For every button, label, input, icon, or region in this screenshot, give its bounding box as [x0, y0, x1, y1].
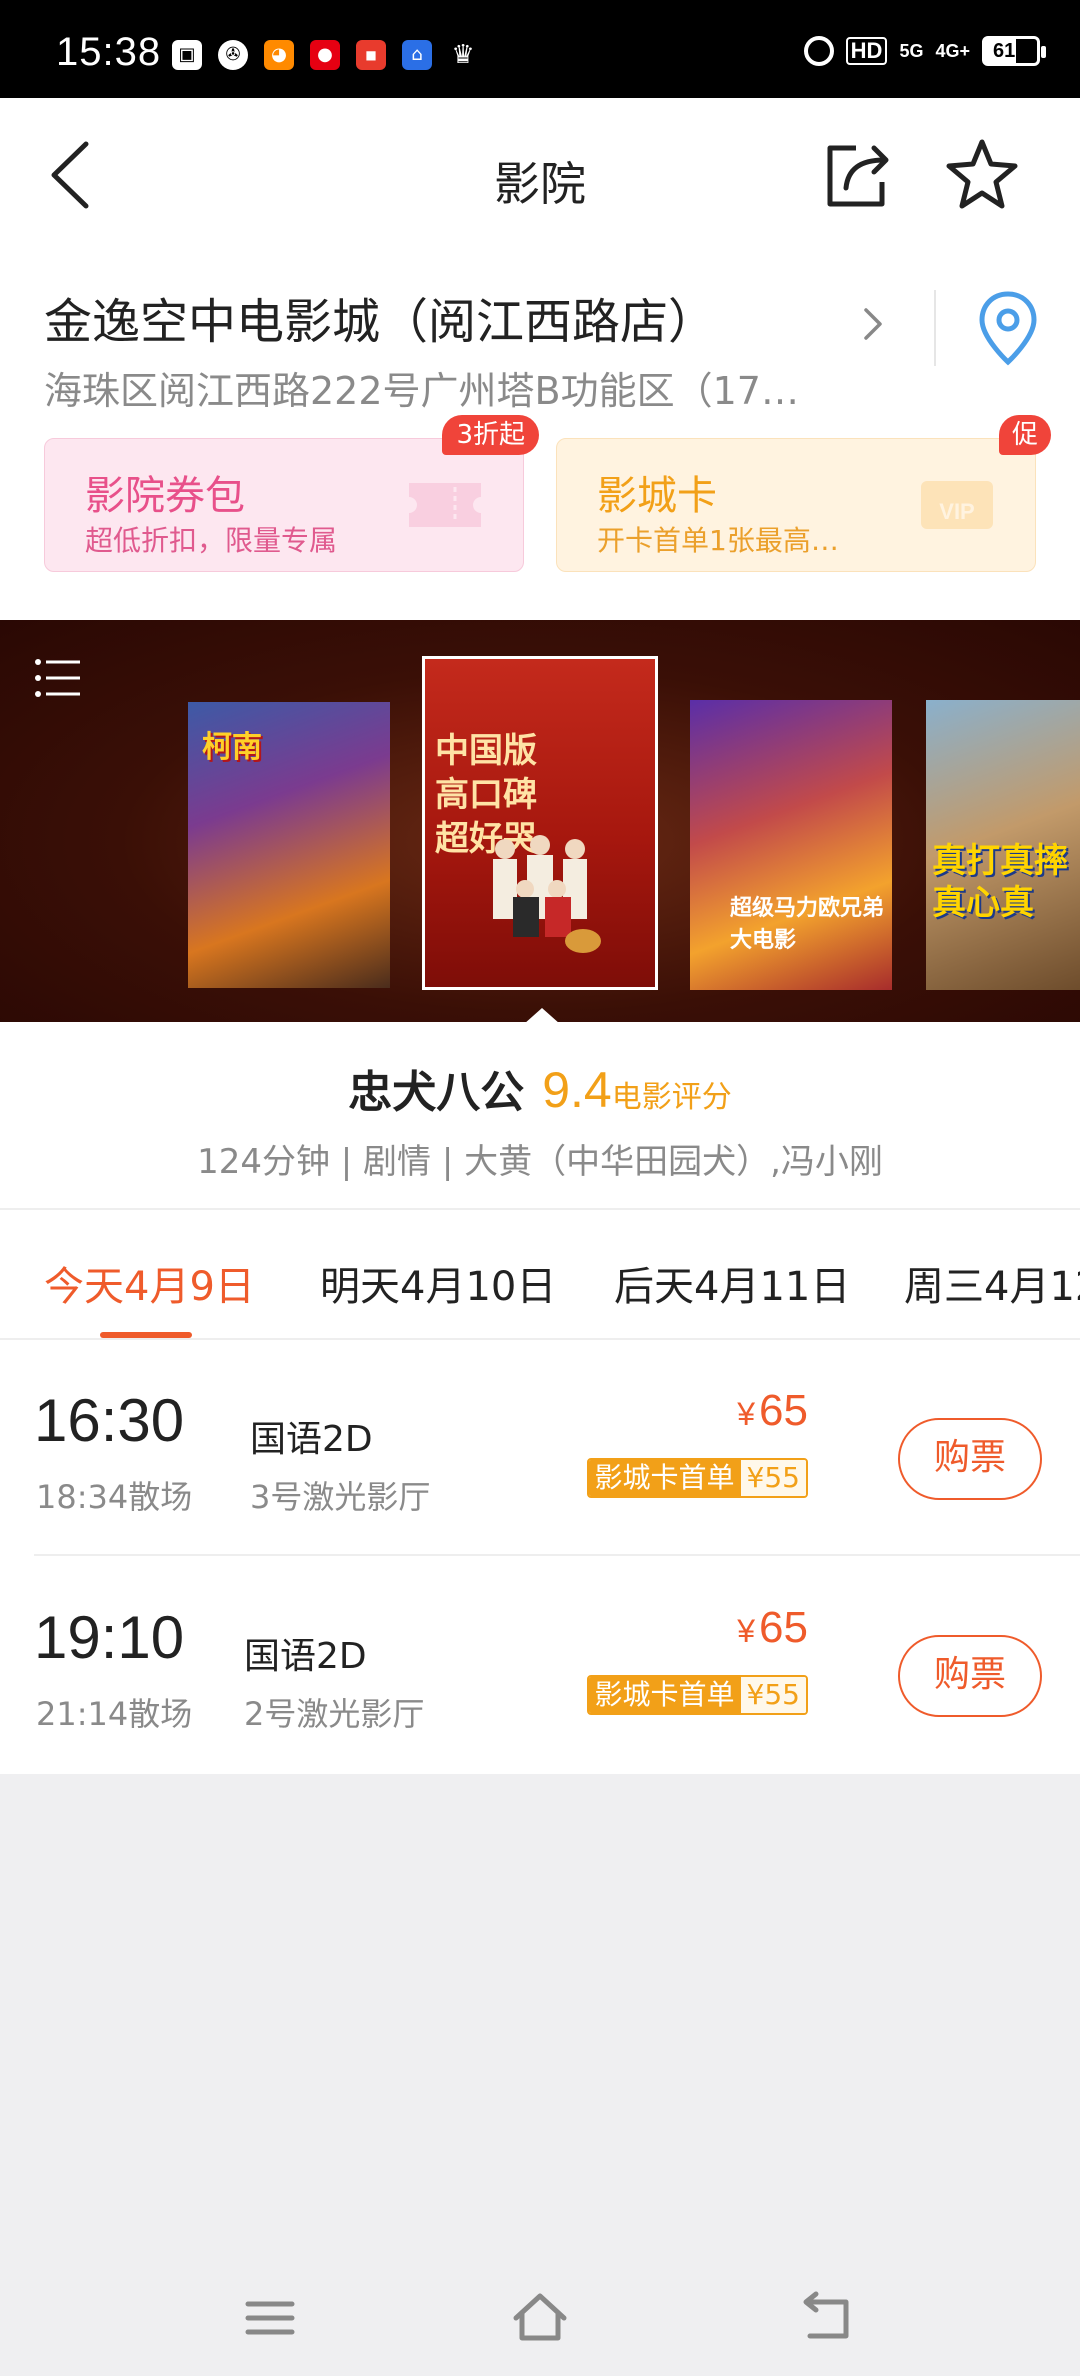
price-value: 65 — [759, 1603, 808, 1652]
tab-tomorrow[interactable]: 明天4月10日 — [320, 1254, 556, 1312]
page-title: 影院 — [494, 157, 586, 211]
showtime-language: 国语2D — [244, 1636, 367, 1677]
discount-badge: 3折起 — [442, 415, 539, 455]
currency-symbol: ¥ — [737, 1396, 756, 1432]
poster-mario[interactable]: 超级马力欧兄弟大电影 — [690, 700, 892, 990]
showtime-start: 16:30 — [34, 1387, 185, 1454]
poster-hachiko-selected[interactable]: 中国版 高口碑 超好哭 — [422, 656, 658, 990]
active-tab-indicator — [100, 1332, 192, 1338]
crown-app-icon: ♛ — [451, 40, 475, 70]
price-value: 65 — [759, 1386, 808, 1435]
battery-level: 61 — [993, 40, 1016, 62]
poster-jackie-text: 真打真摔 真心真 — [932, 841, 1068, 923]
qr-app-icon: ▣ — [172, 40, 202, 70]
movie-meta: 124分钟 | 剧情 | 大黄（中华田园犬）,冯小刚 — [197, 1142, 883, 1182]
promo-badge: 促 — [999, 415, 1051, 455]
showtime-end: 21:14散场 — [36, 1695, 193, 1733]
tab-day-after[interactable]: 后天4月11日 — [614, 1254, 850, 1312]
poster-conan[interactable]: 柯南 — [188, 702, 390, 988]
movie-score-label: 电影评分 — [611, 1080, 732, 1115]
status-time: 15:38 — [56, 30, 162, 74]
currency-symbol: ¥ — [737, 1613, 756, 1649]
list-icon[interactable] — [34, 656, 82, 700]
cinema-card-title: 影城卡 — [597, 473, 717, 519]
buy-ticket-button[interactable]: 购票 — [898, 1418, 1042, 1500]
card-price-label: 影城卡首单 — [588, 1677, 741, 1713]
showtime-hall: 3号激光影厅 — [250, 1478, 431, 1516]
selected-poster-caret — [524, 1008, 560, 1022]
coupon-pack-title: 影院券包 — [85, 473, 245, 519]
red-app-icon: ● — [310, 40, 340, 70]
showtime-row[interactable]: 19:10 21:14散场 国语2D 2号激光影厅 ¥65 影城卡首单 ¥55 购… — [0, 1557, 1080, 1774]
poster-family-image — [493, 835, 601, 953]
status-indicators: HD 5G 4G+ 61 — [803, 36, 1046, 66]
movie-title-line: 忠犬八公 9.4电影评分 — [0, 1056, 1080, 1120]
steering-app-icon: ✇ — [218, 40, 248, 70]
system-nav-bar — [0, 2270, 1080, 2376]
showtime-hall: 2号激光影厅 — [244, 1695, 425, 1733]
poster-mario-text: 超级马力欧兄弟大电影 — [730, 896, 885, 953]
status-bar: 15:38 ▣ ✇ ◕ ● ■ ⌂ ♛ HD 5G 4G+ 61 — [0, 0, 1080, 98]
signal-5g-icon: 5G — [899, 41, 924, 61]
tab-wednesday[interactable]: 周三4月12日 — [904, 1254, 1080, 1312]
signal-4g-icon: 4G+ — [935, 41, 970, 61]
card-price-value: ¥55 — [740, 1677, 806, 1713]
buy-ticket-button[interactable]: 购票 — [898, 1635, 1042, 1717]
movie-title: 忠犬八公 — [348, 1067, 525, 1118]
coupon-pack-subtitle: 超低折扣，限量专属 — [85, 524, 338, 557]
blue-home-app-icon: ⌂ — [402, 40, 432, 70]
alarm-icon — [803, 36, 834, 66]
vip-card-icon: VIP — [921, 481, 993, 529]
header-divider — [934, 290, 936, 366]
movie-info: 忠犬八公 9.4电影评分 124分钟 | 剧情 | 大黄（中华田园犬）,冯小刚 — [0, 1022, 1080, 1208]
home-nav-icon[interactable] — [510, 2288, 570, 2348]
showtime-start: 19:10 — [34, 1604, 185, 1671]
showtime-list: 16:30 18:34散场 国语2D 3号激光影厅 ¥65 影城卡首单 ¥55 购… — [0, 1340, 1080, 1774]
share-icon[interactable] — [822, 138, 894, 210]
poster-jackie[interactable]: 真打真摔 真心真 — [926, 700, 1080, 990]
card-price-label: 影城卡首单 — [588, 1460, 741, 1496]
poster-conan-text: 柯南 — [202, 730, 262, 765]
cinema-name[interactable]: 金逸空中电影城（阅江西路店） — [44, 282, 716, 352]
chevron-right-icon[interactable] — [860, 304, 886, 344]
back-nav-icon[interactable] — [796, 2288, 856, 2348]
status-app-icons: ▣ ✇ ◕ ● ■ ⌂ ♛ — [172, 40, 478, 70]
hd-icon: HD — [845, 37, 888, 65]
menu-nav-icon[interactable] — [240, 2288, 300, 2348]
showtime-end: 18:34散场 — [36, 1478, 193, 1516]
card-price-value: ¥55 — [740, 1460, 806, 1496]
navbar: 影院 — [0, 98, 1080, 254]
favorite-star-icon[interactable] — [944, 136, 1020, 212]
battery-icon: 61 — [982, 36, 1046, 66]
movie-score: 9.4 — [542, 1062, 612, 1118]
cinema-header: 影院 金逸空中电影城（阅江西路店） 海珠区阅江西路222号广州塔B功能区（17…… — [0, 98, 1080, 620]
showtime-price: ¥65 — [737, 1603, 808, 1653]
cinema-card-subtitle: 开卡首单1张最高… — [597, 524, 839, 557]
ticket-icon — [409, 483, 481, 527]
showtime-row[interactable]: 16:30 18:34散场 国语2D 3号激光影厅 ¥65 影城卡首单 ¥55 购… — [0, 1340, 1080, 1557]
svg-text:VIP: VIP — [939, 499, 974, 524]
toutiao-app-icon: ■ — [356, 40, 386, 70]
tab-today[interactable]: 今天4月9日 — [44, 1254, 255, 1312]
cinema-address[interactable]: 海珠区阅江西路222号广州塔B功能区（17… — [44, 360, 824, 415]
cinema-card-card[interactable]: 影城卡 开卡首单1张最高… VIP 促 — [556, 415, 1051, 572]
poster-carousel[interactable]: 柯南 中国版 高口碑 超好哭 超级马力欧兄弟大电影 真打真摔 真心真 — [0, 620, 1080, 1022]
row-divider — [34, 1554, 1080, 1556]
date-tabs: 今天4月9日 明天4月10日 后天4月11日 周三4月12日 — [0, 1208, 1080, 1340]
dog-app-icon: ◕ — [264, 40, 294, 70]
card-price-tag: 影城卡首单 ¥55 — [586, 1458, 808, 1498]
location-pin-icon[interactable] — [976, 290, 1040, 366]
showtime-price: ¥65 — [737, 1386, 808, 1436]
showtime-language: 国语2D — [250, 1419, 373, 1460]
card-price-tag: 影城卡首单 ¥55 — [586, 1675, 808, 1715]
coupon-pack-card[interactable]: 影院券包 超低折扣，限量专属 3折起 — [44, 415, 539, 572]
